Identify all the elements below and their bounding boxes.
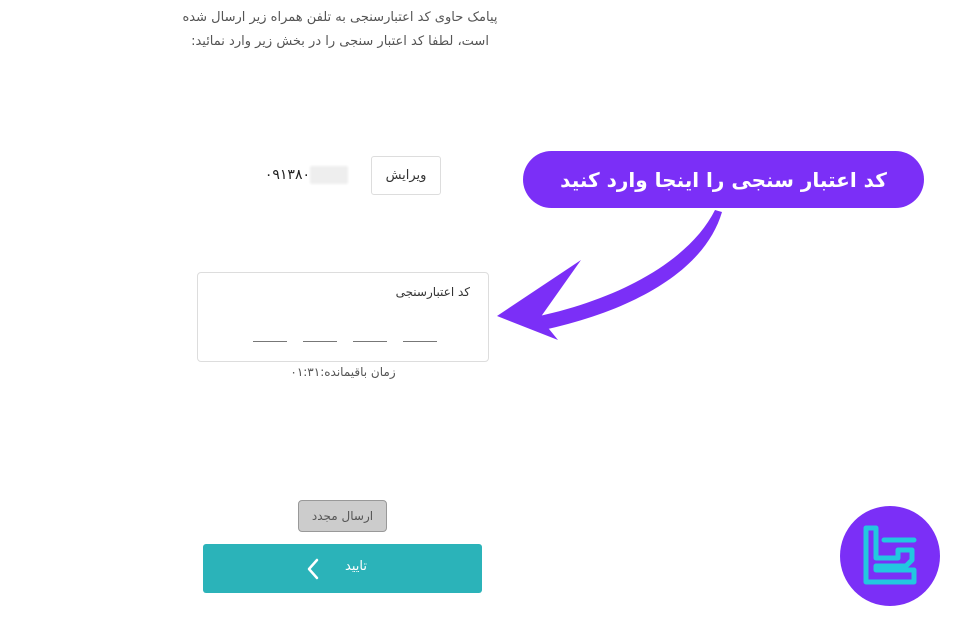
timer-value: ۰۱:۳۱ — [290, 365, 321, 379]
countdown-timer: زمان باقیمانده:۰۱:۳۱ — [197, 365, 489, 379]
phone-number: ۰۹۱۳۸۰ — [264, 167, 310, 183]
confirm-label: تایید — [345, 559, 367, 574]
otp-label: کد اعتبارسنجی — [395, 285, 470, 299]
phone-display: ۰۹۱۳۸۰ — [250, 163, 360, 187]
timer-label: زمان باقیمانده: — [320, 365, 396, 379]
tradingfinder-logo-icon — [840, 506, 940, 606]
otp-digit-4[interactable] — [253, 323, 287, 342]
resend-button[interactable]: ارسال مجدد — [298, 500, 387, 532]
logo-mark — [863, 525, 917, 585]
otp-digit-2[interactable] — [353, 323, 387, 342]
instruction-line-2: است، لطفا کد اعتبار سنجی را در بخش زیر و… — [191, 34, 489, 49]
otp-digit-1[interactable] — [403, 323, 437, 342]
otp-digit-3[interactable] — [303, 323, 337, 342]
otp-panel: کد اعتبارسنجی — [197, 272, 489, 362]
instruction-line-1: پیامک حاوی کد اعتبارسنجی به تلفن همراه ز… — [182, 10, 498, 25]
sms-instruction: پیامک حاوی کد اعتبارسنجی به تلفن همراه ز… — [170, 6, 510, 54]
edit-phone-button[interactable]: ویرایش — [371, 156, 441, 195]
callout-banner: کد اعتبار سنجی را اینجا وارد کنید — [523, 151, 924, 208]
chevron-left-icon — [307, 558, 319, 580]
phone-number-mask — [310, 166, 348, 184]
confirm-button[interactable]: تایید — [203, 544, 482, 593]
